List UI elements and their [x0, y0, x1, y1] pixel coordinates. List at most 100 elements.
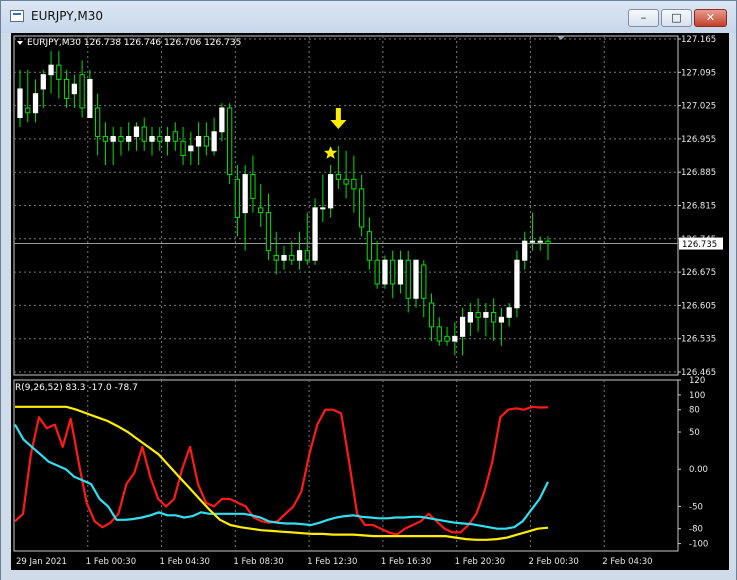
candle-body: [141, 126, 147, 142]
candle-body: [467, 312, 473, 323]
candle-body: [188, 145, 194, 152]
candle-body: [126, 136, 132, 142]
signal-star-icon: [323, 146, 338, 159]
candle-body: [157, 136, 163, 142]
price-tick-label: 127.025: [681, 102, 716, 112]
candle-body: [87, 78, 93, 118]
candle-body: [118, 136, 124, 142]
indicator-tick-label: 100: [689, 391, 705, 401]
candle-body: [475, 312, 481, 318]
title-bar[interactable]: EURJPY,M30 – □ ✕: [1, 1, 736, 33]
candle-body: [436, 326, 442, 342]
candle-body: [327, 174, 334, 209]
candle-body: [258, 207, 264, 214]
chart-window: EURJPY,M30 – □ ✕ 127.165 127.095 127.025 12…: [0, 0, 737, 580]
candle-body: [374, 259, 380, 285]
candle-body: [397, 259, 404, 285]
candle-body: [382, 259, 388, 285]
candle-body: [491, 312, 497, 323]
candle-body: [40, 74, 46, 90]
indicator-tick-label: -80: [689, 525, 703, 535]
main-panel-border: [13, 35, 679, 376]
candle-body: [172, 131, 178, 142]
candle-body: [296, 250, 303, 261]
candle-body: [289, 254, 295, 261]
candle-body: [444, 335, 450, 342]
candle-body: [522, 240, 528, 261]
time-axis-label: 1 Feb 00:30: [86, 557, 136, 567]
indicator-label: R(9,26,52) 83.3 -17.0 -78.7: [15, 383, 138, 393]
indicator-tick-label: 80: [689, 406, 700, 416]
candle-body: [304, 250, 310, 261]
candle-body: [529, 240, 536, 243]
candle-body: [219, 107, 225, 133]
candle-body: [180, 140, 186, 157]
candle-body: [366, 231, 373, 261]
close-button[interactable]: ✕: [694, 9, 727, 27]
indicator-cyan-line: [14, 424, 549, 530]
candle-body: [421, 264, 427, 299]
time-axis-label: 1 Feb 04:30: [160, 557, 210, 567]
minimize-icon: –: [640, 11, 647, 24]
symbol-info-text: EURJPY,M30 126.738 126.746 126.706 126.7…: [27, 38, 241, 48]
close-icon: ✕: [705, 11, 716, 24]
candle-body: [343, 178, 349, 185]
window-title: EURJPY,M30: [31, 9, 103, 23]
price-tick-label: 126.815: [681, 202, 716, 212]
indicator-tick-label: 120: [689, 376, 705, 386]
time-axis-label: 29 Jan 2021: [16, 557, 67, 567]
candle-body: [56, 64, 62, 80]
candle-body: [32, 93, 39, 114]
maximize-icon: □: [671, 11, 682, 24]
indicator-tick-label: 0.00: [689, 465, 708, 475]
candle-body: [25, 107, 31, 114]
candle-body: [428, 302, 435, 328]
candle-body: [506, 307, 512, 318]
candle-body: [459, 316, 466, 337]
candle-body: [149, 136, 155, 142]
time-axis-label: 1 Feb 20:30: [455, 557, 505, 567]
candle-body: [545, 240, 551, 245]
candle-body: [133, 126, 140, 138]
candle-body: [164, 136, 171, 142]
candle-body: [498, 316, 505, 323]
candle-body: [17, 88, 23, 118]
time-axis-label: 2 Feb 04:30: [602, 557, 652, 567]
minimize-button[interactable]: –: [628, 9, 659, 27]
price-tick-label: 127.165: [681, 35, 716, 45]
price-tick-label: 126.535: [681, 335, 716, 345]
candle-body: [79, 74, 85, 109]
candle-body: [281, 254, 287, 261]
collapse-triangle-icon: [17, 41, 23, 45]
chart-area[interactable]: 127.165 127.095 127.025 126.955 126.885 126.8…: [11, 33, 729, 570]
indicator-panel-border: [13, 379, 679, 552]
candle-body: [265, 212, 272, 252]
candle-body: [195, 136, 202, 147]
candle-body: [71, 83, 77, 95]
chart-shift-icon: [557, 36, 565, 40]
price-tick-label: 127.095: [681, 68, 716, 78]
time-axis-label: 1 Feb 12:30: [307, 557, 357, 567]
indicator-tick-label: 50: [689, 428, 700, 438]
candle-body: [95, 107, 101, 138]
candle-body: [351, 178, 357, 190]
maximize-button[interactable]: □: [661, 9, 692, 27]
candle-body: [413, 259, 419, 299]
price-tick-label: 126.885: [681, 168, 716, 178]
candle-body: [483, 312, 489, 318]
chart-canvas[interactable]: 127.165 127.095 127.025 126.955 126.885 126.8…: [11, 33, 729, 570]
current-price-label: 126.735: [682, 240, 717, 250]
candle-body: [203, 136, 209, 147]
price-tick-label: 126.675: [681, 268, 716, 278]
candle-body: [211, 131, 217, 152]
sell-arrow-icon: [330, 108, 347, 130]
candle-body: [102, 136, 109, 142]
time-axis-label: 2 Feb 00:30: [528, 557, 578, 567]
price-tick-label: 126.955: [681, 135, 716, 145]
candle-body: [390, 259, 396, 285]
candle-body: [48, 64, 54, 76]
candle-body: [234, 178, 241, 218]
candle-body: [242, 174, 248, 214]
candle-body: [335, 174, 341, 180]
candle-body: [312, 207, 318, 261]
